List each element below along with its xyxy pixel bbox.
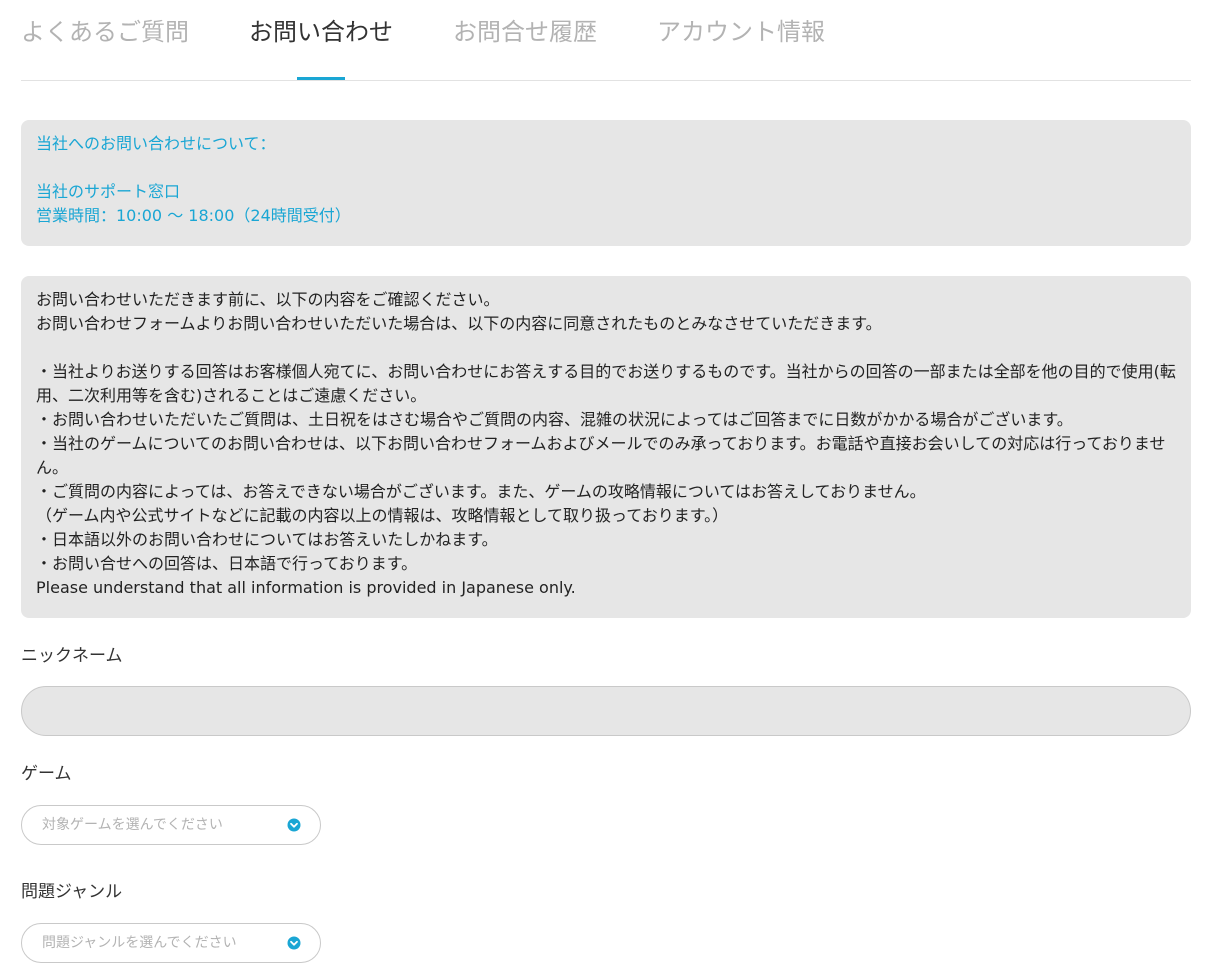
terms-line: 用、二次利用等を含む)されることはご遠慮ください。 [36, 386, 427, 405]
notice-line [36, 156, 1176, 180]
tab-contact[interactable]: お問い合わせ [249, 14, 393, 50]
support-notice-box: 当社へのお問い合わせについて： 当社のサポート窓口 営業時間：10:00 〜 1… [21, 120, 1191, 246]
chevron-down-circle-icon [287, 936, 301, 950]
tab-faq[interactable]: よくあるご質問 [21, 14, 189, 50]
game-select-placeholder: 対象ゲームを選んでください [42, 817, 223, 833]
terms-box: お問い合わせいただきます前に、以下の内容をご確認ください。 お問い合わせフォーム… [21, 276, 1191, 618]
terms-line: Please understand that all information i… [36, 578, 576, 597]
active-tab-indicator [297, 77, 345, 80]
terms-line: ・お問い合せへの回答は、日本語で行っております。 [36, 554, 418, 573]
game-label: ゲーム [21, 764, 72, 784]
terms-line: ・当社のゲームについてのお問い合わせは、以下お問い合わせフォームおよびメールでの… [36, 434, 1166, 453]
terms-line [36, 336, 1176, 360]
terms-line: （ゲーム内や公式サイトなどに記載の内容以上の情報は、攻略情報として取り扱っており… [36, 506, 729, 525]
tab-contact-history[interactable]: お問合せ履歴 [453, 14, 597, 50]
terms-line: お問い合わせいただきます前に、以下の内容をご確認ください。 [36, 290, 500, 309]
game-select[interactable]: 対象ゲームを選んでください [21, 805, 321, 845]
genre-label: 問題ジャンル [21, 882, 123, 902]
terms-line: お問い合わせフォームよりお問い合わせいただいた場合は、以下の内容に同意されたもの… [36, 314, 882, 333]
terms-line: ・ご質問の内容によっては、お答えできない場合がございます。また、ゲームの攻略情報… [36, 482, 926, 501]
tab-account-info[interactable]: アカウント情報 [657, 14, 825, 50]
notice-line: 営業時間：10:00 〜 18:00（24時間受付） [36, 206, 351, 225]
notice-line: 当社のサポート窓口 [36, 182, 181, 201]
terms-line: ・日本語以外のお問い合わせについてはお答えいたしかねます。 [36, 530, 498, 549]
genre-select[interactable]: 問題ジャンルを選んでください [21, 923, 321, 963]
genre-select-placeholder: 問題ジャンルを選んでください [42, 935, 237, 951]
nickname-input[interactable] [21, 686, 1191, 736]
notice-line: 当社へのお問い合わせについて： [36, 134, 276, 153]
terms-line: ・お問い合わせいただいたご質問は、土日祝をはさむ場合やご質問の内容、混雑の状況に… [36, 410, 1073, 429]
nickname-label: ニックネーム [21, 646, 123, 666]
chevron-down-circle-icon [287, 818, 301, 832]
terms-line: ん。 [36, 458, 69, 477]
tab-bar: よくあるご質問 お問い合わせ お問合せ履歴 アカウント情報 [21, 0, 1191, 81]
terms-line: ・当社よりお送りする回答はお客様個人宛てに、お問い合わせにお答えする目的でお送り… [36, 362, 1176, 381]
